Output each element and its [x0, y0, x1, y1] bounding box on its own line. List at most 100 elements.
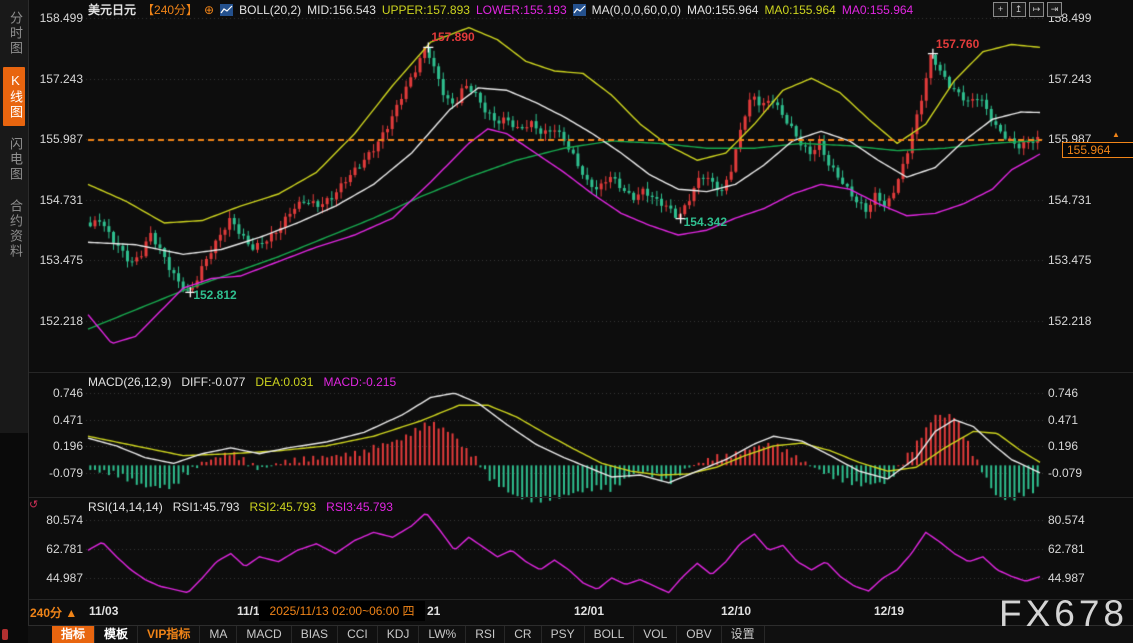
rsi-tick: 44.987 — [46, 571, 83, 585]
period-dropdown[interactable]: 240分 ▲ — [30, 604, 77, 621]
panel-divider — [28, 372, 1133, 373]
panel-divider — [28, 497, 1133, 498]
boll-label: BOLL(20,2) — [239, 3, 301, 17]
zoom-vertical-icon[interactable]: ↥ — [1011, 2, 1026, 17]
toolbar-item-cci[interactable]: CCI — [338, 626, 378, 643]
macd-value: MACD:-0.215 — [323, 375, 396, 389]
sidebar-tab-0[interactable]: 分时图 — [3, 5, 25, 62]
main-tick: 155.987 — [40, 132, 83, 146]
left-sidebar: 分时图 K线图闪电图合约资料 — [0, 0, 29, 643]
time-label: 12/19 — [874, 604, 904, 618]
toolbar-item-obv[interactable]: OBV — [677, 626, 721, 643]
rsi-title: RSI(14,14,14) — [88, 500, 163, 514]
price-annotation: 154.342 — [684, 215, 727, 229]
indicator-icon — [573, 4, 586, 16]
rsi-tick: 62.781 — [46, 542, 83, 556]
macd-diff-value: DIFF:-0.077 — [181, 375, 245, 389]
rsi-tick: 44.987 — [1048, 571, 1085, 585]
price-axis-right: 158.499157.243155.987154.731153.475152.2… — [1045, 0, 1133, 643]
time-axis: 240分 ▲ 2025/11/13 02:00~06:00 四 11/03 11/… — [28, 600, 1133, 624]
time-label: 11/03 — [89, 604, 118, 618]
toolbar-item-vip-indicators[interactable]: VIP指标 — [138, 626, 200, 643]
crosshair-tooltip: 2025/11/13 02:00~06:00 四 — [259, 601, 425, 621]
symbol-title: 美元日元 — [88, 1, 136, 18]
add-icon[interactable]: ⊕ — [204, 3, 214, 17]
macd-tick: 0.471 — [1048, 413, 1078, 427]
chart-header: 美元日元 【240分】 ⊕ BOLL(20,2) MID:156.543 UPP… — [88, 2, 913, 17]
rsi3-value: RSI3:45.793 — [326, 500, 393, 514]
crosshair-icon[interactable]: + — [993, 2, 1008, 17]
price-annotation: 157.760 — [936, 37, 979, 51]
time-label: 11/1 — [237, 604, 260, 618]
ma0-magenta-value: MA0:155.964 — [842, 3, 913, 17]
toolbar-item-ma[interactable]: MA — [200, 626, 237, 643]
ma0-white-value: MA0:155.964 — [687, 3, 758, 17]
ma0-yellow-value: MA0:155.964 — [764, 3, 835, 17]
toolbar-item-boll[interactable]: BOLL — [585, 626, 635, 643]
toolbar-item-vol[interactable]: VOL — [634, 626, 677, 643]
toolbar-item-macd[interactable]: MACD — [237, 626, 291, 643]
main-tick: 152.218 — [40, 314, 83, 328]
sidebar-footer — [0, 433, 28, 643]
toolbar-item-indicators[interactable]: 指标 — [52, 626, 95, 643]
toolbar-item-cr[interactable]: CR — [505, 626, 541, 643]
main-tick: 157.243 — [1048, 72, 1091, 86]
main-tick: 153.475 — [1048, 253, 1091, 267]
toolbar-item-lw[interactable]: LW% — [419, 626, 466, 643]
toolbar-item-templates[interactable]: 模板 — [95, 626, 138, 643]
rsi-header: RSI(14,14,14) RSI1:45.793 RSI2:45.793 RS… — [88, 500, 393, 514]
main-tick: 157.243 — [40, 72, 83, 86]
bottom-toolbar: 指标模板VIP指标MAMACDBIASCCIKDJLW%RSICRPSYBOLL… — [28, 625, 1133, 643]
chart-window: 分时图 K线图闪电图合约资料 美元日元 【240分】 ⊕ BOLL(20,2) M… — [0, 0, 1133, 643]
macd-tick: 0.196 — [1048, 439, 1078, 453]
header-buttons: +↥↦⇥ — [993, 2, 1062, 17]
pan-right-icon[interactable]: ⇥ — [1047, 2, 1062, 17]
price-alert-icon: ▲ — [1112, 130, 1120, 139]
main-tick: 158.499 — [40, 11, 83, 25]
time-label: 21 — [427, 604, 440, 618]
corner-handle[interactable] — [2, 629, 8, 640]
sidebar-tab-3[interactable]: 合约资料 — [3, 193, 25, 265]
macd-header: MACD(26,12,9) DIFF:-0.077 DEA:0.031 MACD… — [88, 375, 396, 389]
time-label: 12/10 — [721, 604, 751, 618]
boll-lower-value: LOWER:155.193 — [476, 3, 567, 17]
toolbar-item-kdj[interactable]: KDJ — [378, 626, 420, 643]
toolbar-item-psy[interactable]: PSY — [542, 626, 585, 643]
price-annotation: 157.890 — [431, 30, 474, 44]
sidebar-tab-1[interactable]: K线图 — [3, 67, 25, 126]
indicator-icon — [220, 4, 233, 16]
macd-title: MACD(26,12,9) — [88, 375, 171, 389]
macd-tick: 0.196 — [53, 439, 83, 453]
macd-tick: -0.079 — [1048, 466, 1082, 480]
rsi-tick: 62.781 — [1048, 542, 1085, 556]
main-tick: 152.218 — [1048, 314, 1091, 328]
toolbar-item-bias[interactable]: BIAS — [292, 626, 338, 643]
boll-upper-value: UPPER:157.893 — [382, 3, 470, 17]
main-tick: 153.475 — [40, 253, 83, 267]
time-label: 12/01 — [574, 604, 604, 618]
rsi-tick: 80.574 — [1048, 513, 1085, 527]
main-tick: 154.731 — [1048, 193, 1091, 207]
sidebar-tab-2[interactable]: 闪电图 — [3, 131, 25, 188]
main-tick: 154.731 — [40, 193, 83, 207]
period-label[interactable]: 【240分】 — [142, 1, 198, 18]
zoom-horizontal-icon[interactable]: ↦ — [1029, 2, 1044, 17]
toolbar-item-settings[interactable]: 设置 — [722, 626, 765, 643]
macd-dea-value: DEA:0.031 — [255, 375, 313, 389]
price-annotation: 152.812 — [193, 288, 236, 302]
macd-tick: -0.079 — [49, 466, 83, 480]
macd-tick: 0.746 — [53, 386, 83, 400]
macd-tick: 0.746 — [1048, 386, 1078, 400]
toolbar-item-rsi[interactable]: RSI — [466, 626, 505, 643]
rsi1-value: RSI1:45.793 — [173, 500, 240, 514]
ma-label: MA(0,0,0,60,0,0) — [592, 3, 681, 17]
rsi-tick: 80.574 — [46, 513, 83, 527]
price-axis-left: 158.499 157.243 155.987 154.731 153.475 152.2… — [28, 0, 86, 643]
current-price-tag: 155.964 — [1062, 142, 1133, 158]
watermark: FX678 — [999, 593, 1128, 635]
boll-mid-value: MID:156.543 — [307, 3, 376, 17]
rsi2-value: RSI2:45.793 — [249, 500, 316, 514]
rsi-panel-marker-icon[interactable]: ↺ — [29, 498, 38, 511]
chart-canvas[interactable] — [0, 0, 1133, 643]
macd-tick: 0.471 — [53, 413, 83, 427]
